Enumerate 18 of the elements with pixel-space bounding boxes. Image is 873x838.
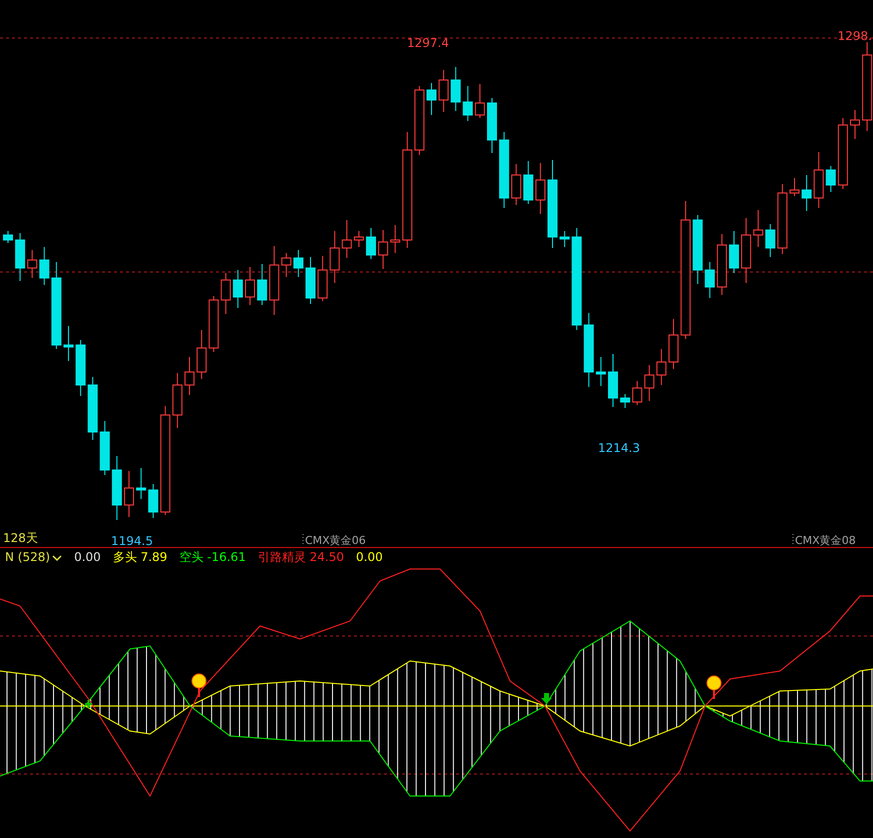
caret-icon[interactable]	[52, 554, 62, 562]
price-label: 1297.4	[407, 36, 449, 50]
price-label: 1214.3	[598, 441, 640, 455]
indicator-reading: 引路精灵 24.50	[258, 549, 344, 566]
balloon-icon	[192, 674, 206, 697]
contract-label: CMX黄金08	[795, 534, 856, 547]
down-arrow-icon	[541, 693, 552, 704]
contract-label: CMX黄金06	[305, 534, 366, 547]
cross-icon	[84, 699, 93, 709]
indicator-name[interactable]: N (528)	[5, 548, 50, 567]
indicator-reading: 空头 -16.61	[179, 549, 246, 566]
price-label: 1194.5	[111, 534, 153, 547]
period-label: 128天	[3, 531, 38, 545]
indicator-reading: 0.00	[74, 549, 101, 566]
indicator-reading: 0.00	[356, 549, 383, 566]
indicator-reading: 多头 7.89	[112, 549, 168, 566]
balloon-icon	[706, 676, 722, 699]
price-label: 1298.	[838, 29, 872, 43]
